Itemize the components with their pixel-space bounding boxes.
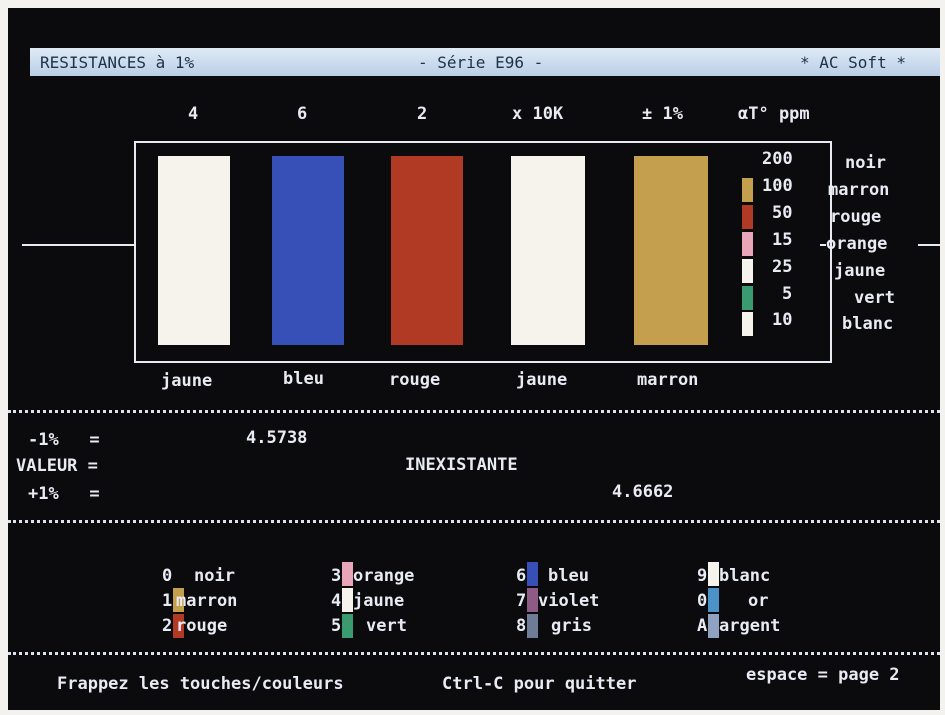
digit-2: 6 <box>297 104 308 124</box>
tc-color-name: marron <box>828 180 890 200</box>
legend-name: orange <box>353 566 415 586</box>
minus-1pct-label: -1% = <box>28 430 100 450</box>
tc-swatch-marron <box>742 178 753 202</box>
legend-name: argent <box>719 616 781 636</box>
band-4-name: jaune <box>516 370 568 390</box>
legend-key: 2 <box>162 616 173 636</box>
legend-key: 9 <box>697 566 708 586</box>
legend-swatch-bleu <box>527 562 538 586</box>
tc-label: αT° ppm <box>738 104 810 124</box>
tc-swatch-vert <box>742 286 753 310</box>
legend-swatch-blanc <box>708 562 719 586</box>
legend-key: 8 <box>516 616 527 636</box>
tc-value: 25 <box>772 257 793 277</box>
footer-instructions: Frappez les touches/couleurs <box>57 674 344 694</box>
tc-color-name: rouge <box>830 207 882 227</box>
legend-swatch-argent <box>708 614 719 638</box>
tc-color-name-selected: orange <box>826 234 888 254</box>
tc-value: 50 <box>772 203 793 223</box>
tc-value: 15 <box>772 230 793 250</box>
title-bar: RESISTANCES à 1% - Série E96 - * AC Soft… <box>30 48 940 76</box>
tolerance-value: ± 1% <box>642 104 683 124</box>
legend-key: A <box>697 616 708 636</box>
legend-key: 6 <box>516 566 527 586</box>
tc-selection-tick <box>820 244 826 246</box>
legend-swatch-violet <box>527 588 538 612</box>
resistor-body <box>134 141 832 363</box>
legend-name: jaune <box>353 591 405 611</box>
legend-name: noir <box>194 566 235 586</box>
tc-color-name: noir <box>845 153 886 173</box>
tc-color-name: vert <box>854 288 895 308</box>
title-left: RESISTANCES à 1% <box>40 53 195 72</box>
separator <box>8 652 940 655</box>
band-3 <box>391 156 463 345</box>
legend-name: bleu <box>548 566 589 586</box>
legend-key: 4 <box>331 591 342 611</box>
tc-value: 100 <box>762 176 793 196</box>
band-4 <box>511 156 585 345</box>
legend-swatch-orange <box>342 562 353 586</box>
tc-swatch-rouge <box>742 205 753 229</box>
digit-3: 2 <box>417 104 428 124</box>
legend-key: 7 <box>516 591 527 611</box>
title-right: * AC Soft * <box>800 53 906 72</box>
footer-page-hint: espace = page 2 <box>746 665 900 685</box>
legend-key: 0 <box>697 591 708 611</box>
band-5 <box>634 156 708 345</box>
legend-swatch-vert <box>342 614 353 638</box>
band-1-name: jaune <box>161 371 213 391</box>
legend-key: 5 <box>331 616 342 636</box>
legend-key: 3 <box>331 566 342 586</box>
separator <box>8 520 940 523</box>
screen: RESISTANCES à 1% - Série E96 - * AC Soft… <box>8 8 940 710</box>
legend-name: gris <box>551 616 592 636</box>
separator <box>8 410 940 413</box>
legend-key: 0 <box>162 566 173 586</box>
title-center: - Série E96 - <box>418 53 544 72</box>
tc-color-name: blanc <box>842 314 894 334</box>
valeur-label: VALEUR = <box>16 456 98 476</box>
legend-name: or <box>748 591 769 611</box>
band-1 <box>158 156 230 345</box>
plus-1pct-value: 4.6662 <box>612 482 674 502</box>
tc-value: 5 <box>782 284 793 304</box>
legend-swatch-jaune <box>342 588 353 612</box>
band-2 <box>272 156 344 345</box>
tc-value: 10 <box>772 310 793 330</box>
status-value: INEXISTANTE <box>405 455 518 475</box>
multiplier-value: x 10K <box>512 104 564 124</box>
legend-name: blanc <box>719 566 771 586</box>
legend-name: violet <box>538 591 600 611</box>
resistor-lead-right <box>918 244 940 246</box>
tc-value: 200 <box>762 149 793 169</box>
legend-name: rouge <box>176 616 228 636</box>
footer-quit-hint: Ctrl-C pour quitter <box>442 674 637 694</box>
legend-key: 1 <box>162 591 173 611</box>
legend-name: marron <box>176 591 238 611</box>
tc-swatch-orange <box>742 232 753 256</box>
minus-1pct-value: 4.5738 <box>246 428 308 448</box>
tc-swatch-jaune <box>742 259 753 283</box>
legend-swatch-or <box>708 588 719 612</box>
plus-1pct-label: +1% = <box>28 484 100 504</box>
tc-color-name: jaune <box>834 261 886 281</box>
resistor-lead-left <box>22 244 134 246</box>
band-2-name: bleu <box>283 369 324 389</box>
digit-1: 4 <box>188 104 199 124</box>
legend-swatch-gris <box>527 614 538 638</box>
legend-name: vert <box>366 616 407 636</box>
band-5-name: marron <box>637 370 699 390</box>
band-3-name: rouge <box>389 370 441 390</box>
tc-swatch-blanc <box>742 312 753 336</box>
